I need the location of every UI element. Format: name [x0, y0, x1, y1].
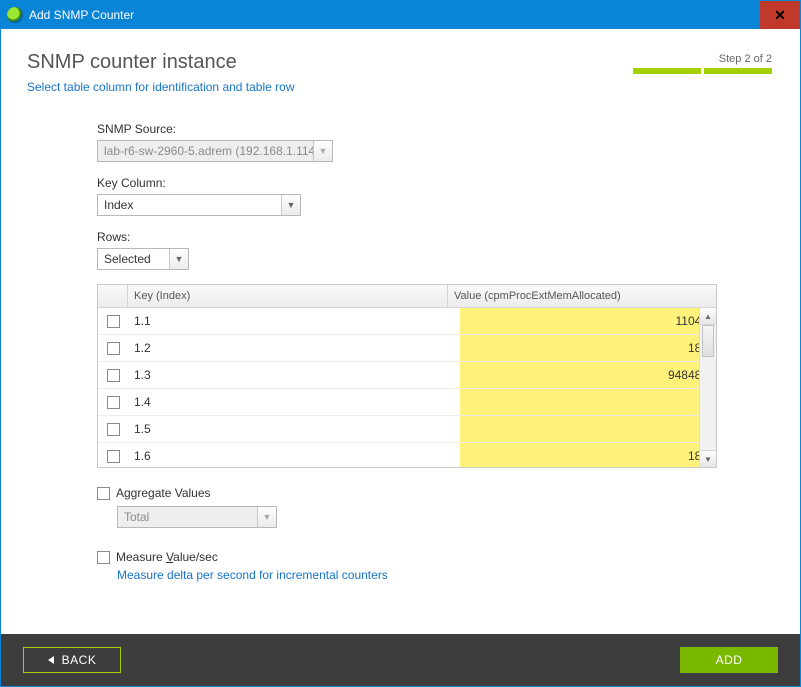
measure-hint: Measure delta per second for incremental… [117, 568, 717, 582]
cell-key: 1.4 [128, 395, 460, 409]
rows-select[interactable]: Selected ▼ [97, 248, 189, 270]
chevron-down-icon[interactable]: ▼ [281, 195, 300, 215]
scroll-down-icon[interactable]: ▼ [700, 450, 716, 467]
step-bar-2 [704, 68, 772, 74]
row-checkbox[interactable] [107, 369, 120, 382]
table-row[interactable]: 1.4 0 [98, 389, 716, 416]
field-rows: Rows: Selected ▼ [97, 230, 717, 270]
aggregate-method-row: Total ▼ [97, 506, 717, 528]
snmp-source-value: lab-r6-sw-2960-5.adrem (192.168.1.114) [98, 144, 313, 158]
table-row[interactable]: 1.1 11040 [98, 308, 716, 335]
scroll-up-icon[interactable]: ▲ [700, 308, 716, 325]
field-key-column: Key Column: Index ▼ [97, 176, 717, 216]
aggregate-method-value: Total [118, 510, 257, 524]
table-row[interactable]: 1.5 0 [98, 416, 716, 443]
cell-value: 0 [460, 416, 716, 442]
form-area: SNMP Source: lab-r6-sw-2960-5.adrem (192… [97, 122, 717, 582]
snmp-source-select: lab-r6-sw-2960-5.adrem (192.168.1.114) ▼ [97, 140, 333, 162]
vertical-scrollbar[interactable]: ▲ ▼ [699, 308, 716, 467]
titlebar: Add SNMP Counter ✕ [1, 1, 800, 29]
cell-value: 0 [460, 389, 716, 415]
cell-value: 180 [460, 443, 716, 467]
cell-key: 1.6 [128, 449, 460, 463]
scroll-track[interactable] [700, 325, 716, 450]
measure-label-prefix: Measure [116, 550, 166, 564]
cell-value: 11040 [460, 308, 716, 334]
close-icon: ✕ [774, 7, 786, 24]
table-row[interactable]: 1.6 180 [98, 443, 716, 467]
table-body: 1.1 11040 1.2 180 1.3 948480 [98, 308, 716, 467]
rows-label: Rows: [97, 230, 717, 244]
th-key[interactable]: Key (Index) [128, 285, 448, 307]
add-button[interactable]: ADD [680, 647, 778, 673]
window-title: Add SNMP Counter [29, 8, 760, 22]
close-button[interactable]: ✕ [760, 1, 800, 29]
table-row[interactable]: 1.3 948480 [98, 362, 716, 389]
row-checkbox[interactable] [107, 315, 120, 328]
rows-value: Selected [98, 252, 169, 266]
chevron-down-icon: ▼ [257, 507, 276, 527]
measure-label: Measure Value/sec [116, 550, 218, 564]
aggregate-method-select: Total ▼ [117, 506, 277, 528]
snmp-source-label: SNMP Source: [97, 122, 717, 136]
rows-table: Key (Index) Value (cpmProcExtMemAllocate… [97, 284, 717, 468]
content-area: Step 2 of 2 SNMP counter instance Select… [1, 29, 800, 634]
step-bar-1 [633, 68, 701, 74]
page-subtitle: Select table column for identification a… [27, 80, 774, 94]
cell-key: 1.2 [128, 341, 460, 355]
back-label: BACK [62, 653, 97, 667]
measure-checkbox[interactable] [97, 551, 110, 564]
app-icon [7, 7, 23, 23]
key-column-label: Key Column: [97, 176, 717, 190]
step-progress [633, 68, 772, 74]
row-checkbox[interactable] [107, 450, 120, 463]
cell-value: 180 [460, 335, 716, 361]
row-checkbox[interactable] [107, 423, 120, 436]
th-checkbox [98, 285, 128, 307]
add-label: ADD [716, 653, 743, 667]
cell-key: 1.3 [128, 368, 460, 382]
scroll-thumb[interactable] [702, 325, 714, 357]
cell-value: 948480 [460, 362, 716, 388]
cell-key: 1.1 [128, 314, 460, 328]
row-checkbox[interactable] [107, 342, 120, 355]
chevron-down-icon[interactable]: ▼ [169, 249, 188, 269]
field-snmp-source: SNMP Source: lab-r6-sw-2960-5.adrem (192… [97, 122, 717, 162]
row-checkbox[interactable] [107, 396, 120, 409]
th-value[interactable]: Value (cpmProcExtMemAllocated) [448, 285, 716, 307]
aggregate-checkbox[interactable] [97, 487, 110, 500]
key-column-value: Index [98, 198, 281, 212]
chevron-left-icon [48, 656, 54, 664]
aggregate-option: Aggregate Values [97, 486, 717, 500]
table-header: Key (Index) Value (cpmProcExtMemAllocate… [98, 285, 716, 308]
measure-option: Measure Value/sec [97, 550, 717, 564]
step-label: Step 2 of 2 [633, 53, 772, 65]
back-button[interactable]: BACK [23, 647, 121, 673]
step-indicator: Step 2 of 2 [633, 53, 772, 74]
footer: BACK ADD [1, 634, 800, 686]
chevron-down-icon: ▼ [313, 141, 332, 161]
aggregate-label: Aggregate Values [116, 486, 211, 500]
table-row[interactable]: 1.2 180 [98, 335, 716, 362]
dialog-window: Add SNMP Counter ✕ Step 2 of 2 SNMP coun… [0, 0, 801, 687]
measure-label-suffix: alue/sec [173, 550, 218, 564]
key-column-select[interactable]: Index ▼ [97, 194, 301, 216]
cell-key: 1.5 [128, 422, 460, 436]
